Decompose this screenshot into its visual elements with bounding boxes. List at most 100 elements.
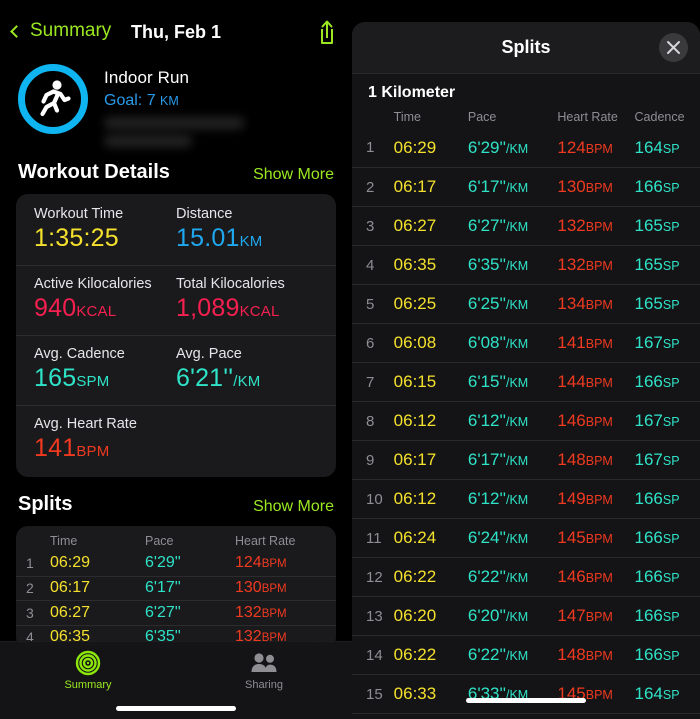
split-heart-rate: 132BPM <box>557 255 613 274</box>
table-row: 4 06:35 6'35''/KM 132BPM 165SP <box>352 245 700 284</box>
split-time: 06:25 <box>393 294 437 313</box>
col-header-time: Time <box>50 534 78 548</box>
close-icon[interactable] <box>659 33 688 62</box>
metric-value: 15.01KM <box>176 224 263 252</box>
split-index: 15 <box>366 685 383 703</box>
split-index: 4 <box>366 256 375 274</box>
table-row: 15 06:33 6'33''/KM 145BPM 164SP <box>352 674 700 713</box>
metric-value: 6'21''/KM <box>176 364 261 392</box>
metric-avg-heart-rate: Avg. Heart Rate 141BPM <box>34 416 318 463</box>
table-row: 9 06:17 6'17''/KM 148BPM 167SP <box>352 440 700 479</box>
metric-label: Avg. Cadence <box>34 346 125 362</box>
people-icon <box>176 650 352 676</box>
share-icon[interactable] <box>314 18 340 46</box>
workout-goal-unit: KM <box>160 94 179 108</box>
split-heart-rate: 146BPM <box>557 411 613 430</box>
split-cadence: 166SP <box>634 489 680 508</box>
split-index: 9 <box>366 451 375 469</box>
split-pace: 6'17'' <box>145 579 181 597</box>
table-row: 1 06:29 6'29''/KM 124BPM 164SP <box>352 128 700 167</box>
table-row: 14 06:22 6'22''/KM 148BPM 166SP <box>352 635 700 674</box>
splits-show-more-button[interactable]: Show More <box>253 498 334 516</box>
col-header-heart-rate: Heart Rate <box>235 534 296 548</box>
table-row: 1600:088'12''/KM146BPM134SP <box>352 713 700 719</box>
navigation-bar: Summary Thu, Feb 1 <box>0 0 352 58</box>
split-heart-rate: 146BPM <box>557 567 613 586</box>
split-cadence: 166SP <box>634 567 680 586</box>
split-index: 12 <box>366 568 383 586</box>
split-heart-rate: 147BPM <box>557 606 613 625</box>
splits-sheet-header: Splits <box>352 22 700 74</box>
split-time: 06:15 <box>393 372 437 391</box>
split-pace: 6'17''/KM <box>467 450 529 469</box>
metric-avg-cadence: Avg. Cadence 165SPM <box>34 346 176 393</box>
splits-sheet-header-row: Time Pace Heart Rate Cadence <box>352 106 700 128</box>
split-pace: 6'12''/KM <box>467 489 529 508</box>
split-index: 1 <box>26 555 34 572</box>
split-index: 3 <box>26 604 34 621</box>
split-cadence: 165SP <box>634 216 680 235</box>
workout-details-header: Workout Details Show More <box>0 161 352 184</box>
running-person-icon <box>18 64 88 134</box>
table-row: 7 06:15 6'15''/KM 144BPM 166SP <box>352 362 700 401</box>
table-row: 2 06:17 6'17'' 130BPM <box>16 575 336 601</box>
split-pace: 6'20''/KM <box>467 606 529 625</box>
split-time: 06:12 <box>393 489 437 508</box>
col-header-heart-rate: Heart Rate <box>557 110 618 124</box>
metric-label: Workout Time <box>34 206 124 222</box>
metric-label: Distance <box>176 206 233 222</box>
split-cadence: 164SP <box>634 137 680 157</box>
split-time: 06:29 <box>50 554 91 572</box>
split-cadence: 166SP <box>634 177 680 196</box>
workout-hero: Indoor Run Goal: 7 KM <box>0 58 352 147</box>
tab-sharing[interactable]: Sharing <box>176 650 352 691</box>
split-time: 06:27 <box>50 603 91 621</box>
tab-bar: Summary Sharing <box>0 641 352 719</box>
tab-summary[interactable]: Summary <box>0 650 176 691</box>
workout-details-card: Workout Time 1:35:25 Distance 15.01KM Active… <box>16 194 336 477</box>
runner-glyph <box>40 80 71 117</box>
app-root: Summary Thu, Feb 1 Indoor Run Goal: 7 KM… <box>0 0 700 719</box>
metric-row: Avg. Cadence 165SPM Avg. Pace 6'21''/KM <box>16 335 336 405</box>
metric-total-kilocalories: Total Kilocalories 1,089KCAL <box>176 276 318 323</box>
metric-label: Total Kilocalories <box>176 276 285 292</box>
table-row: 11 06:24 6'24''/KM 145BPM 166SP <box>352 518 700 557</box>
split-time: 06:08 <box>393 333 437 352</box>
split-cadence: 166SP <box>634 528 680 547</box>
splits-preview-header-row: Time Pace Heart Rate <box>16 534 336 551</box>
home-indicator <box>116 706 236 711</box>
table-row: 5 06:25 6'25''/KM 134BPM 165SP <box>352 284 700 323</box>
splits-title: Splits <box>18 493 73 515</box>
table-row: 10 06:12 6'12''/KM 149BPM 166SP <box>352 479 700 518</box>
splits-sheet-body[interactable]: 1 Kilometer Time Pace Heart Rate Cadence… <box>352 74 700 719</box>
metric-avg-pace: Avg. Pace 6'21''/KM <box>176 346 318 393</box>
split-time: 06:17 <box>393 177 437 196</box>
split-heart-rate: 132BPM <box>557 216 613 235</box>
split-pace: 6'08''/KM <box>467 333 529 352</box>
workout-type-title: Indoor Run <box>104 68 190 87</box>
split-time: 06:24 <box>393 528 437 547</box>
split-cadence: 165SP <box>634 255 680 274</box>
split-cadence: 166SP <box>634 645 680 664</box>
table-row: 2 06:17 6'17''/KM 130BPM 166SP <box>352 167 700 206</box>
redacted-text-block <box>104 117 244 147</box>
metric-value: 165SPM <box>34 364 110 392</box>
split-time: 06:17 <box>393 450 437 469</box>
splits-section-header: Splits Show More <box>0 493 352 516</box>
table-row: 8 06:12 6'12''/KM 146BPM 167SP <box>352 401 700 440</box>
tab-label: Sharing <box>245 679 283 691</box>
split-pace: 6'29'' <box>145 554 181 572</box>
metric-row: Active Kilocalories 940KCAL Total Kilocalo… <box>16 265 336 335</box>
split-pace: 6'35''/KM <box>467 255 529 274</box>
col-header-pace: Pace <box>467 110 497 124</box>
metric-value: 1:35:25 <box>34 224 119 252</box>
split-time: 06:29 <box>393 137 437 157</box>
split-heart-rate: 124BPM <box>557 137 613 157</box>
workout-details-show-more-button[interactable]: Show More <box>253 166 334 184</box>
col-header-cadence: Cadence <box>634 110 685 124</box>
table-row: 3 06:27 6'27'' 132BPM <box>16 600 336 625</box>
split-pace: 6'25''/KM <box>467 294 529 313</box>
activity-rings-icon <box>0 650 176 676</box>
metric-value: 940KCAL <box>34 294 117 322</box>
metric-workout-time: Workout Time 1:35:25 <box>34 206 176 253</box>
